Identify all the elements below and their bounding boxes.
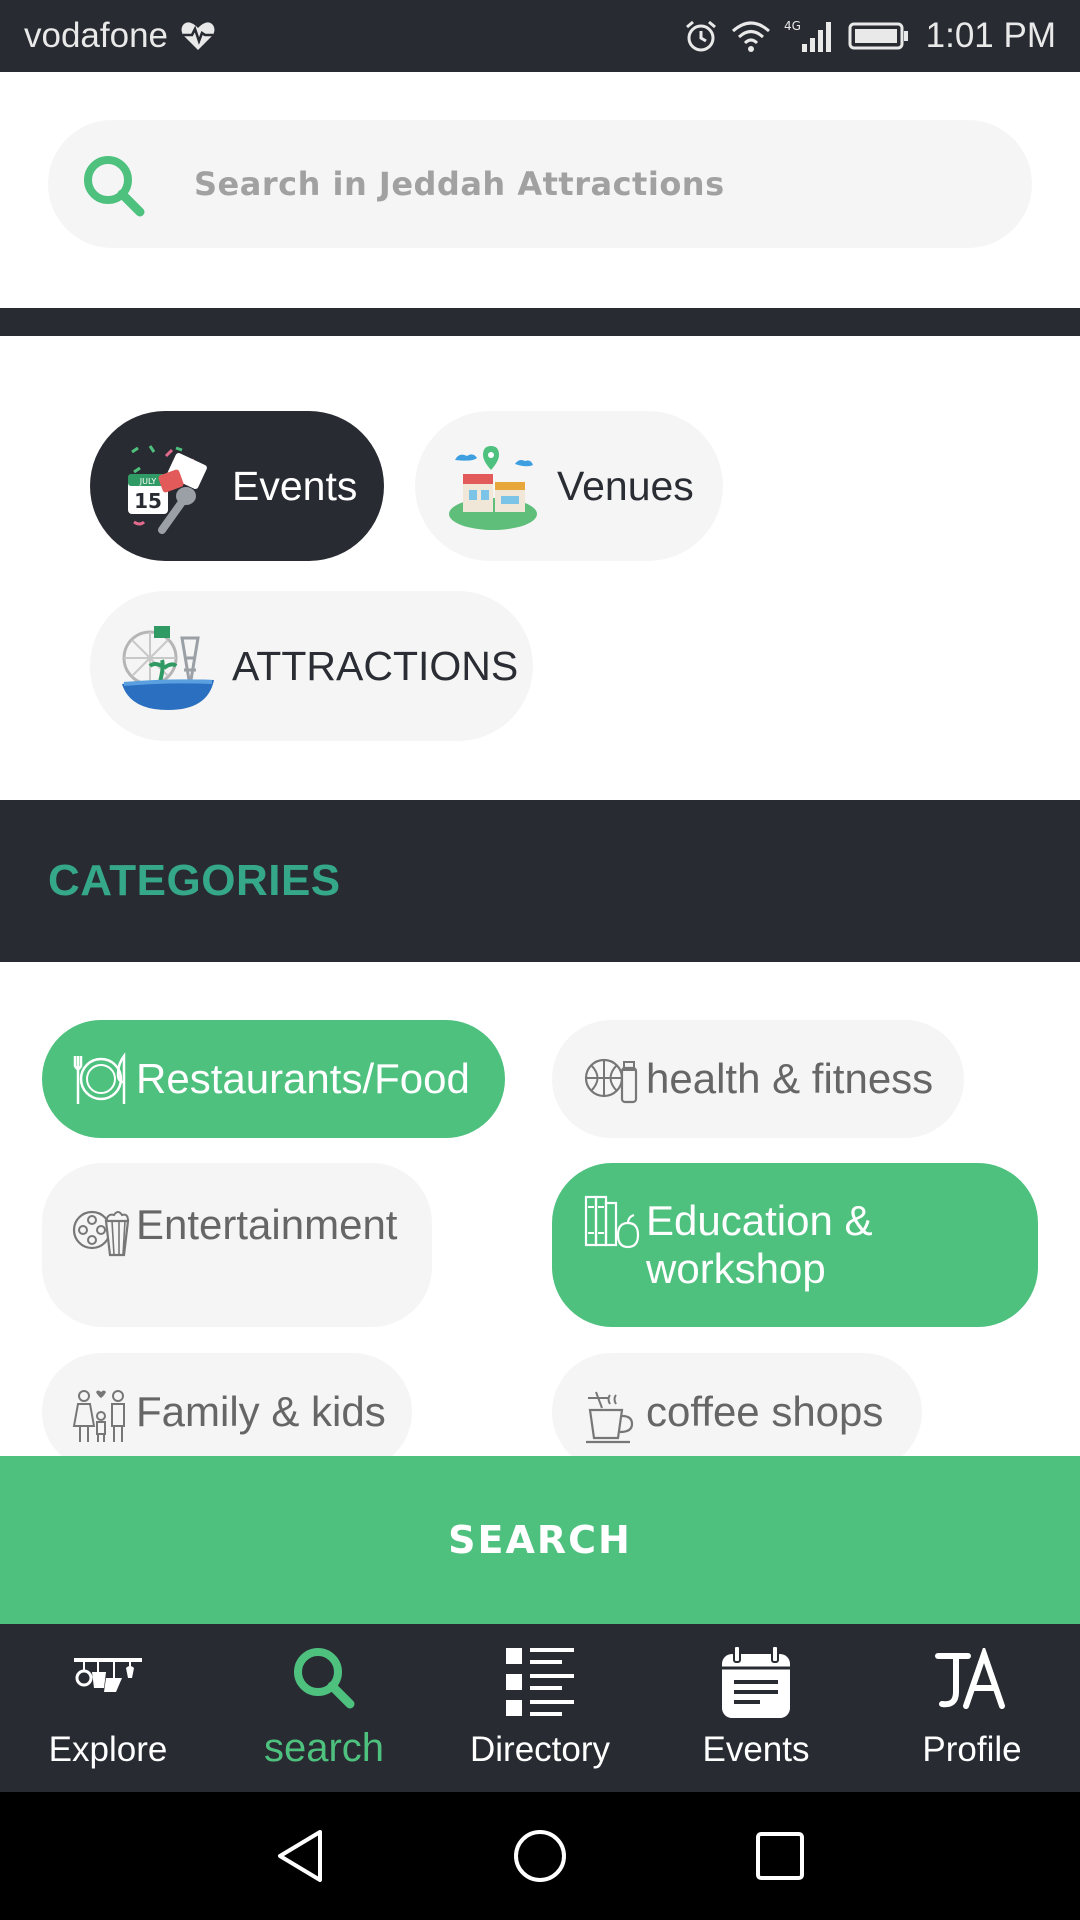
type-chip-label: Venues (557, 462, 694, 509)
status-bar: vodafone 4G 1:01 PM (0, 0, 1080, 72)
nav-label: Directory (469, 1730, 611, 1769)
bottom-nav: Explore search Directory Events Profile (0, 1624, 1080, 1792)
status-icons: 4G 1:01 PM (684, 14, 1056, 58)
nav-label: search (263, 1726, 385, 1770)
type-chip-label: Events (232, 462, 358, 509)
category-label: Entertainment (136, 1201, 398, 1248)
search-area (0, 72, 1080, 308)
calendar-day: 15 (134, 489, 162, 513)
signal-icon: 4G (784, 19, 831, 52)
category-label: coffee shops (646, 1388, 884, 1435)
search-button[interactable]: SEARCH (0, 1456, 1080, 1624)
category-label: health & fitness (646, 1055, 934, 1102)
nav-directory[interactable]: Directory (432, 1624, 648, 1792)
calendar-icon (722, 1646, 790, 1718)
network-type: 4G (784, 19, 801, 33)
search-input[interactable] (194, 120, 994, 248)
nav-label: Explore (48, 1730, 168, 1769)
system-nav-bar (0, 1792, 1080, 1920)
category-label: Restaurants/Food (136, 1055, 470, 1102)
search-box[interactable] (48, 120, 1032, 248)
alarm-icon (685, 20, 716, 52)
search-icon (294, 1648, 355, 1709)
categories-header: CATEGORIES (0, 800, 1080, 962)
recents-icon[interactable] (752, 1826, 808, 1886)
calendar-month: JULY (139, 477, 157, 486)
ja-logo-icon (935, 1648, 1005, 1709)
books-icon (584, 1195, 640, 1249)
section-divider (0, 308, 1080, 336)
battery-icon (848, 22, 908, 50)
categories-title: CATEGORIES (48, 856, 341, 905)
category-restaurants-food[interactable]: Restaurants/Food (42, 1020, 505, 1138)
coffee-cup-icon (586, 1391, 634, 1444)
category-health-fitness[interactable]: health & fitness (552, 1020, 964, 1138)
type-chip-events[interactable]: JULY 15 Events (90, 411, 384, 561)
search-icon[interactable] (78, 150, 150, 222)
fitness-icon (584, 1058, 638, 1104)
family-icon (72, 1390, 125, 1442)
type-chip-label: ATTRACTIONS (232, 642, 519, 689)
nav-events[interactable]: Events (648, 1624, 864, 1792)
explore-lamps-icon (74, 1658, 142, 1692)
nav-profile[interactable]: Profile (864, 1624, 1080, 1792)
back-icon[interactable] (272, 1826, 328, 1886)
home-icon[interactable] (510, 1826, 570, 1886)
category-coffee-shops[interactable]: coffee shops (552, 1353, 922, 1471)
clock: 1:01 PM (925, 16, 1056, 55)
nav-label: Events (702, 1730, 810, 1769)
category-label-line-2: workshop (646, 1245, 826, 1292)
nav-explore[interactable]: Explore (0, 1624, 216, 1792)
attractions-wheel-icon (122, 626, 214, 710)
nav-search[interactable]: search (216, 1624, 432, 1792)
category-entertainment[interactable]: Entertainment (42, 1163, 432, 1327)
category-label: Education & workshop (646, 1197, 873, 1293)
type-chip-venues[interactable]: Venues (415, 411, 723, 561)
venues-shops-icon (449, 446, 537, 530)
carrier-name: vodafone (24, 16, 169, 55)
wifi-icon (731, 21, 770, 52)
list-icon (506, 1648, 574, 1716)
category-label-line-1: Education & (646, 1197, 873, 1244)
category-family-kids[interactable]: Family & kids (42, 1353, 412, 1471)
category-label: Family & kids (136, 1388, 386, 1435)
heart-pulse-icon (181, 22, 215, 50)
film-popcorn-icon (72, 1210, 130, 1257)
category-education-workshop[interactable]: Education & workshop (552, 1163, 1038, 1327)
events-calendar-icon: JULY 15 (128, 445, 207, 534)
plate-cutlery-icon (73, 1052, 126, 1104)
nav-label: Profile (922, 1730, 1022, 1769)
type-chip-attractions[interactable]: ATTRACTIONS (90, 591, 533, 741)
